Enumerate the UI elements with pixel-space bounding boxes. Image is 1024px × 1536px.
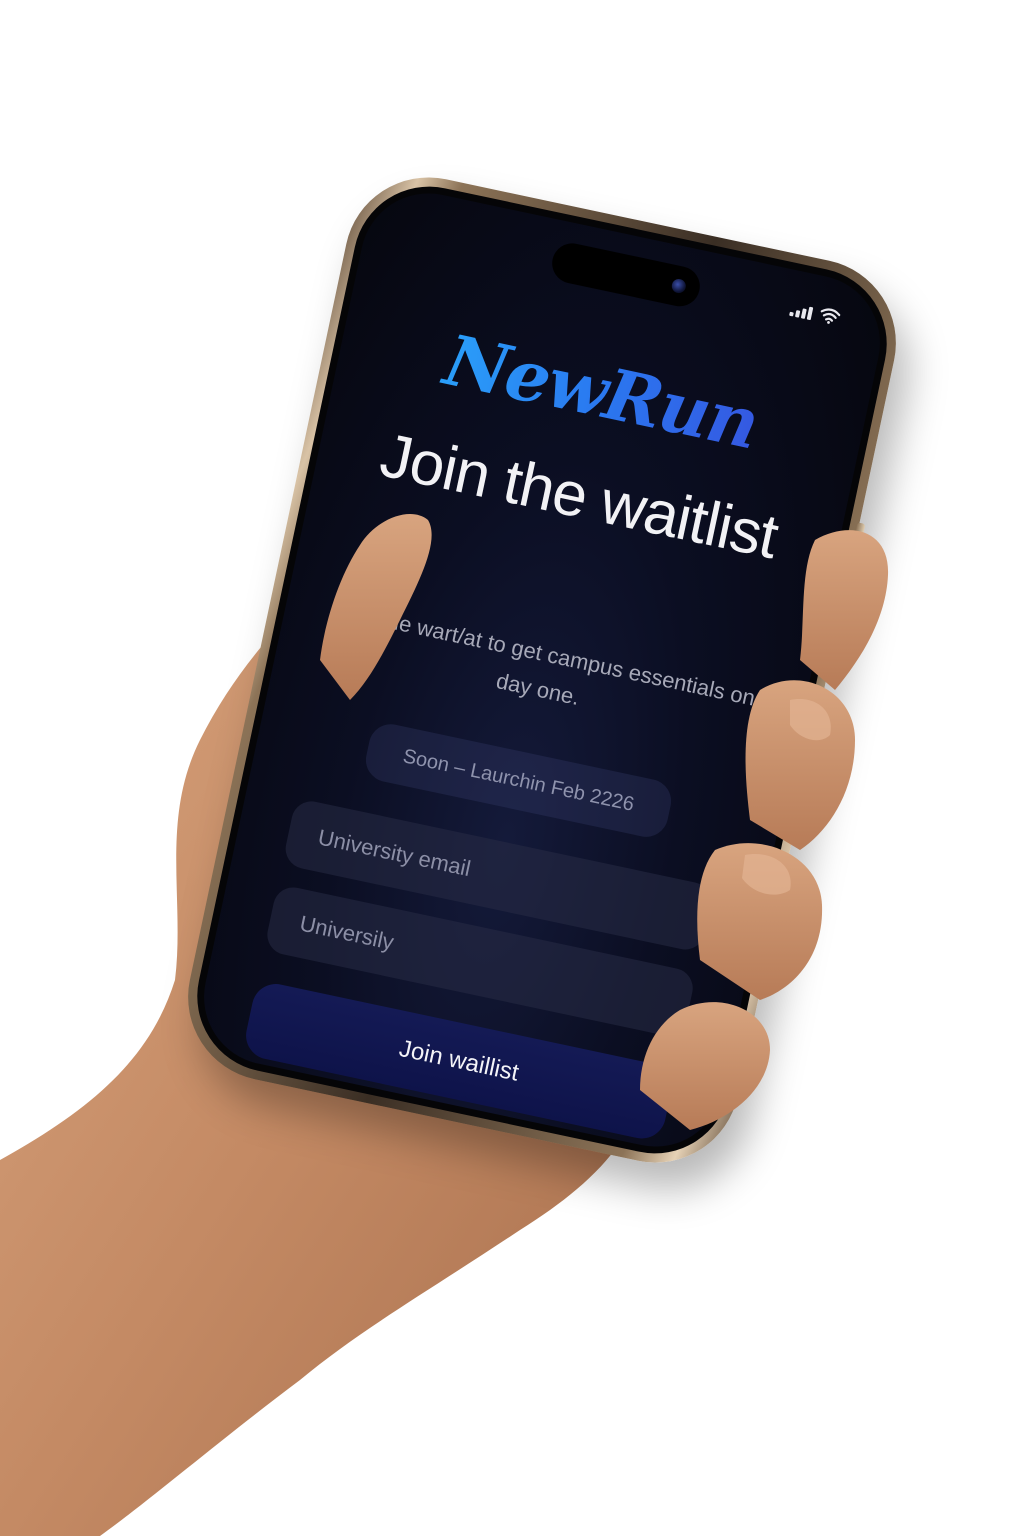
front-camera-icon <box>670 277 688 295</box>
dynamic-island <box>548 239 704 310</box>
cellular-signal-icon <box>789 303 814 321</box>
status-bar <box>789 300 841 326</box>
product-photo-scene: NewRun Join the waitlist Join the wart/a… <box>0 0 1024 1536</box>
wifi-icon <box>820 308 841 324</box>
